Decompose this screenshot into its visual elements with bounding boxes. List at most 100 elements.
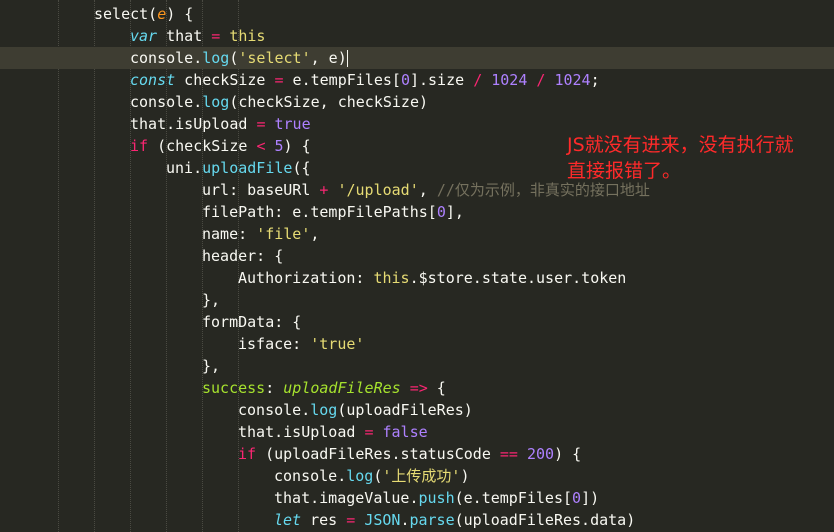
- code-token: const: [130, 71, 176, 89]
- code-token: console.: [274, 467, 347, 485]
- code-token: (checkSize: [148, 137, 257, 155]
- code-line[interactable]: Authorization: this.$store.state.user.to…: [0, 267, 834, 289]
- code-token: 0: [400, 71, 410, 89]
- code-token: 1024: [554, 71, 591, 89]
- code-line-content: console.log('select', e): [130, 49, 348, 67]
- code-token: url: baseURl: [202, 181, 320, 199]
- code-token: 0: [572, 489, 582, 507]
- code-token: ,: [310, 225, 320, 243]
- code-token: log: [346, 467, 374, 485]
- code-line-content: header: {: [202, 247, 283, 265]
- code-token: 'true': [310, 335, 365, 353]
- code-token: this: [229, 27, 266, 45]
- code-token: uploadFile: [202, 159, 293, 177]
- code-line-content: that.imageValue.push(e.tempFiles[0]): [274, 489, 599, 507]
- code-line[interactable]: name: 'file',: [0, 223, 834, 245]
- code-line[interactable]: var that = this: [0, 25, 834, 47]
- code-line[interactable]: isface: 'true': [0, 333, 834, 355]
- code-token: ) {: [283, 137, 311, 155]
- code-line[interactable]: console.log(uploadFileRes): [0, 399, 834, 421]
- code-token: },: [202, 357, 221, 375]
- code-token: header: {: [202, 247, 284, 265]
- code-line[interactable]: console.log(checkSize, checkSize): [0, 91, 834, 113]
- code-token: isface:: [238, 335, 311, 353]
- code-line-content: if (checkSize < 5) {: [130, 137, 311, 155]
- code-line[interactable]: that.imageValue.push(e.tempFiles[0]): [0, 487, 834, 509]
- code-token: , e): [310, 49, 347, 67]
- code-line-content: uni.uploadFile({: [166, 159, 311, 177]
- code-token: JSON: [364, 511, 401, 529]
- code-line[interactable]: select(e) {: [0, 3, 834, 25]
- code-token: {: [427, 379, 446, 397]
- code-token: ==: [499, 445, 518, 463]
- code-line[interactable]: const checkSize = e.tempFiles[0].size / …: [0, 69, 834, 91]
- code-line-content: },: [202, 357, 220, 375]
- code-line[interactable]: let res = JSON.parse(uploadFileRes.data): [0, 509, 834, 531]
- code-token: console.: [238, 401, 311, 419]
- code-line[interactable]: formData: {: [0, 311, 834, 333]
- code-token: checkSize: [175, 71, 275, 89]
- code-line-content: if (uploadFileRes.statusCode == 200) {: [238, 445, 581, 463]
- code-line[interactable]: success: uploadFileRes => {: [0, 377, 834, 399]
- code-token: filePath: e.tempFilePaths[: [202, 203, 437, 221]
- code-token: if: [130, 137, 149, 155]
- code-token: this: [373, 269, 410, 287]
- code-token: ;: [590, 71, 600, 89]
- code-line[interactable]: if (uploadFileRes.statusCode == 200) {: [0, 443, 834, 465]
- code-line-content: that.isUpload = true: [130, 115, 311, 133]
- code-token: that: [157, 27, 212, 45]
- code-token: =>: [409, 379, 428, 397]
- code-token: ].size: [409, 71, 474, 89]
- code-token: ) {: [166, 5, 194, 23]
- code-token: ],: [445, 203, 464, 221]
- code-token: :: [265, 379, 284, 397]
- code-token: let: [274, 511, 302, 529]
- code-token: that.isUpload: [130, 115, 257, 133]
- code-line-content: console.log('上传成功'): [274, 467, 469, 485]
- code-line-content: name: 'file',: [202, 225, 319, 243]
- code-token: false: [382, 423, 428, 441]
- code-token: console.: [130, 49, 203, 67]
- code-token: that.imageValue.: [274, 489, 419, 507]
- code-token: e.tempFiles[: [283, 71, 401, 89]
- code-token: ]): [581, 489, 600, 507]
- code-line[interactable]: that.isUpload = false: [0, 421, 834, 443]
- code-token: that.isUpload: [238, 423, 365, 441]
- code-token: res: [301, 511, 347, 529]
- code-token: '/upload': [337, 181, 419, 199]
- code-line-content: console.log(uploadFileRes): [238, 401, 473, 419]
- code-token: 200: [527, 445, 555, 463]
- code-token: =: [211, 27, 221, 45]
- code-token: 1024: [491, 71, 528, 89]
- code-line-content: Authorization: this.$store.state.user.to…: [238, 269, 626, 287]
- code-editor[interactable]: select(e) { var that = this console.log('s…: [0, 0, 834, 532]
- code-token: 'select': [238, 49, 311, 67]
- annotation-text: JS就没有进来，没有执行就 直接报错了。: [567, 134, 794, 182]
- code-line-content: },: [202, 291, 220, 309]
- code-token: parse: [409, 511, 455, 529]
- code-line[interactable]: },: [0, 355, 834, 377]
- code-line[interactable]: header: {: [0, 245, 834, 267]
- code-token: =: [346, 511, 356, 529]
- code-token: success: [202, 379, 266, 397]
- code-token: uploadFileRes: [283, 379, 401, 397]
- code-line[interactable]: filePath: e.tempFilePaths[0],: [0, 201, 834, 223]
- code-token: formData: {: [202, 313, 302, 331]
- code-token: /: [473, 71, 483, 89]
- code-line[interactable]: },: [0, 289, 834, 311]
- code-token: true: [274, 115, 311, 133]
- code-line[interactable]: console.log('上传成功'): [0, 465, 834, 487]
- code-token: ({: [292, 159, 311, 177]
- code-token: (uploadFileRes.statusCode: [256, 445, 500, 463]
- code-line-content: isface: 'true': [238, 335, 364, 353]
- code-line[interactable]: console.log('select', e): [0, 47, 834, 69]
- code-line-content: select(e) {: [94, 5, 193, 23]
- code-token: Authorization:: [238, 269, 374, 287]
